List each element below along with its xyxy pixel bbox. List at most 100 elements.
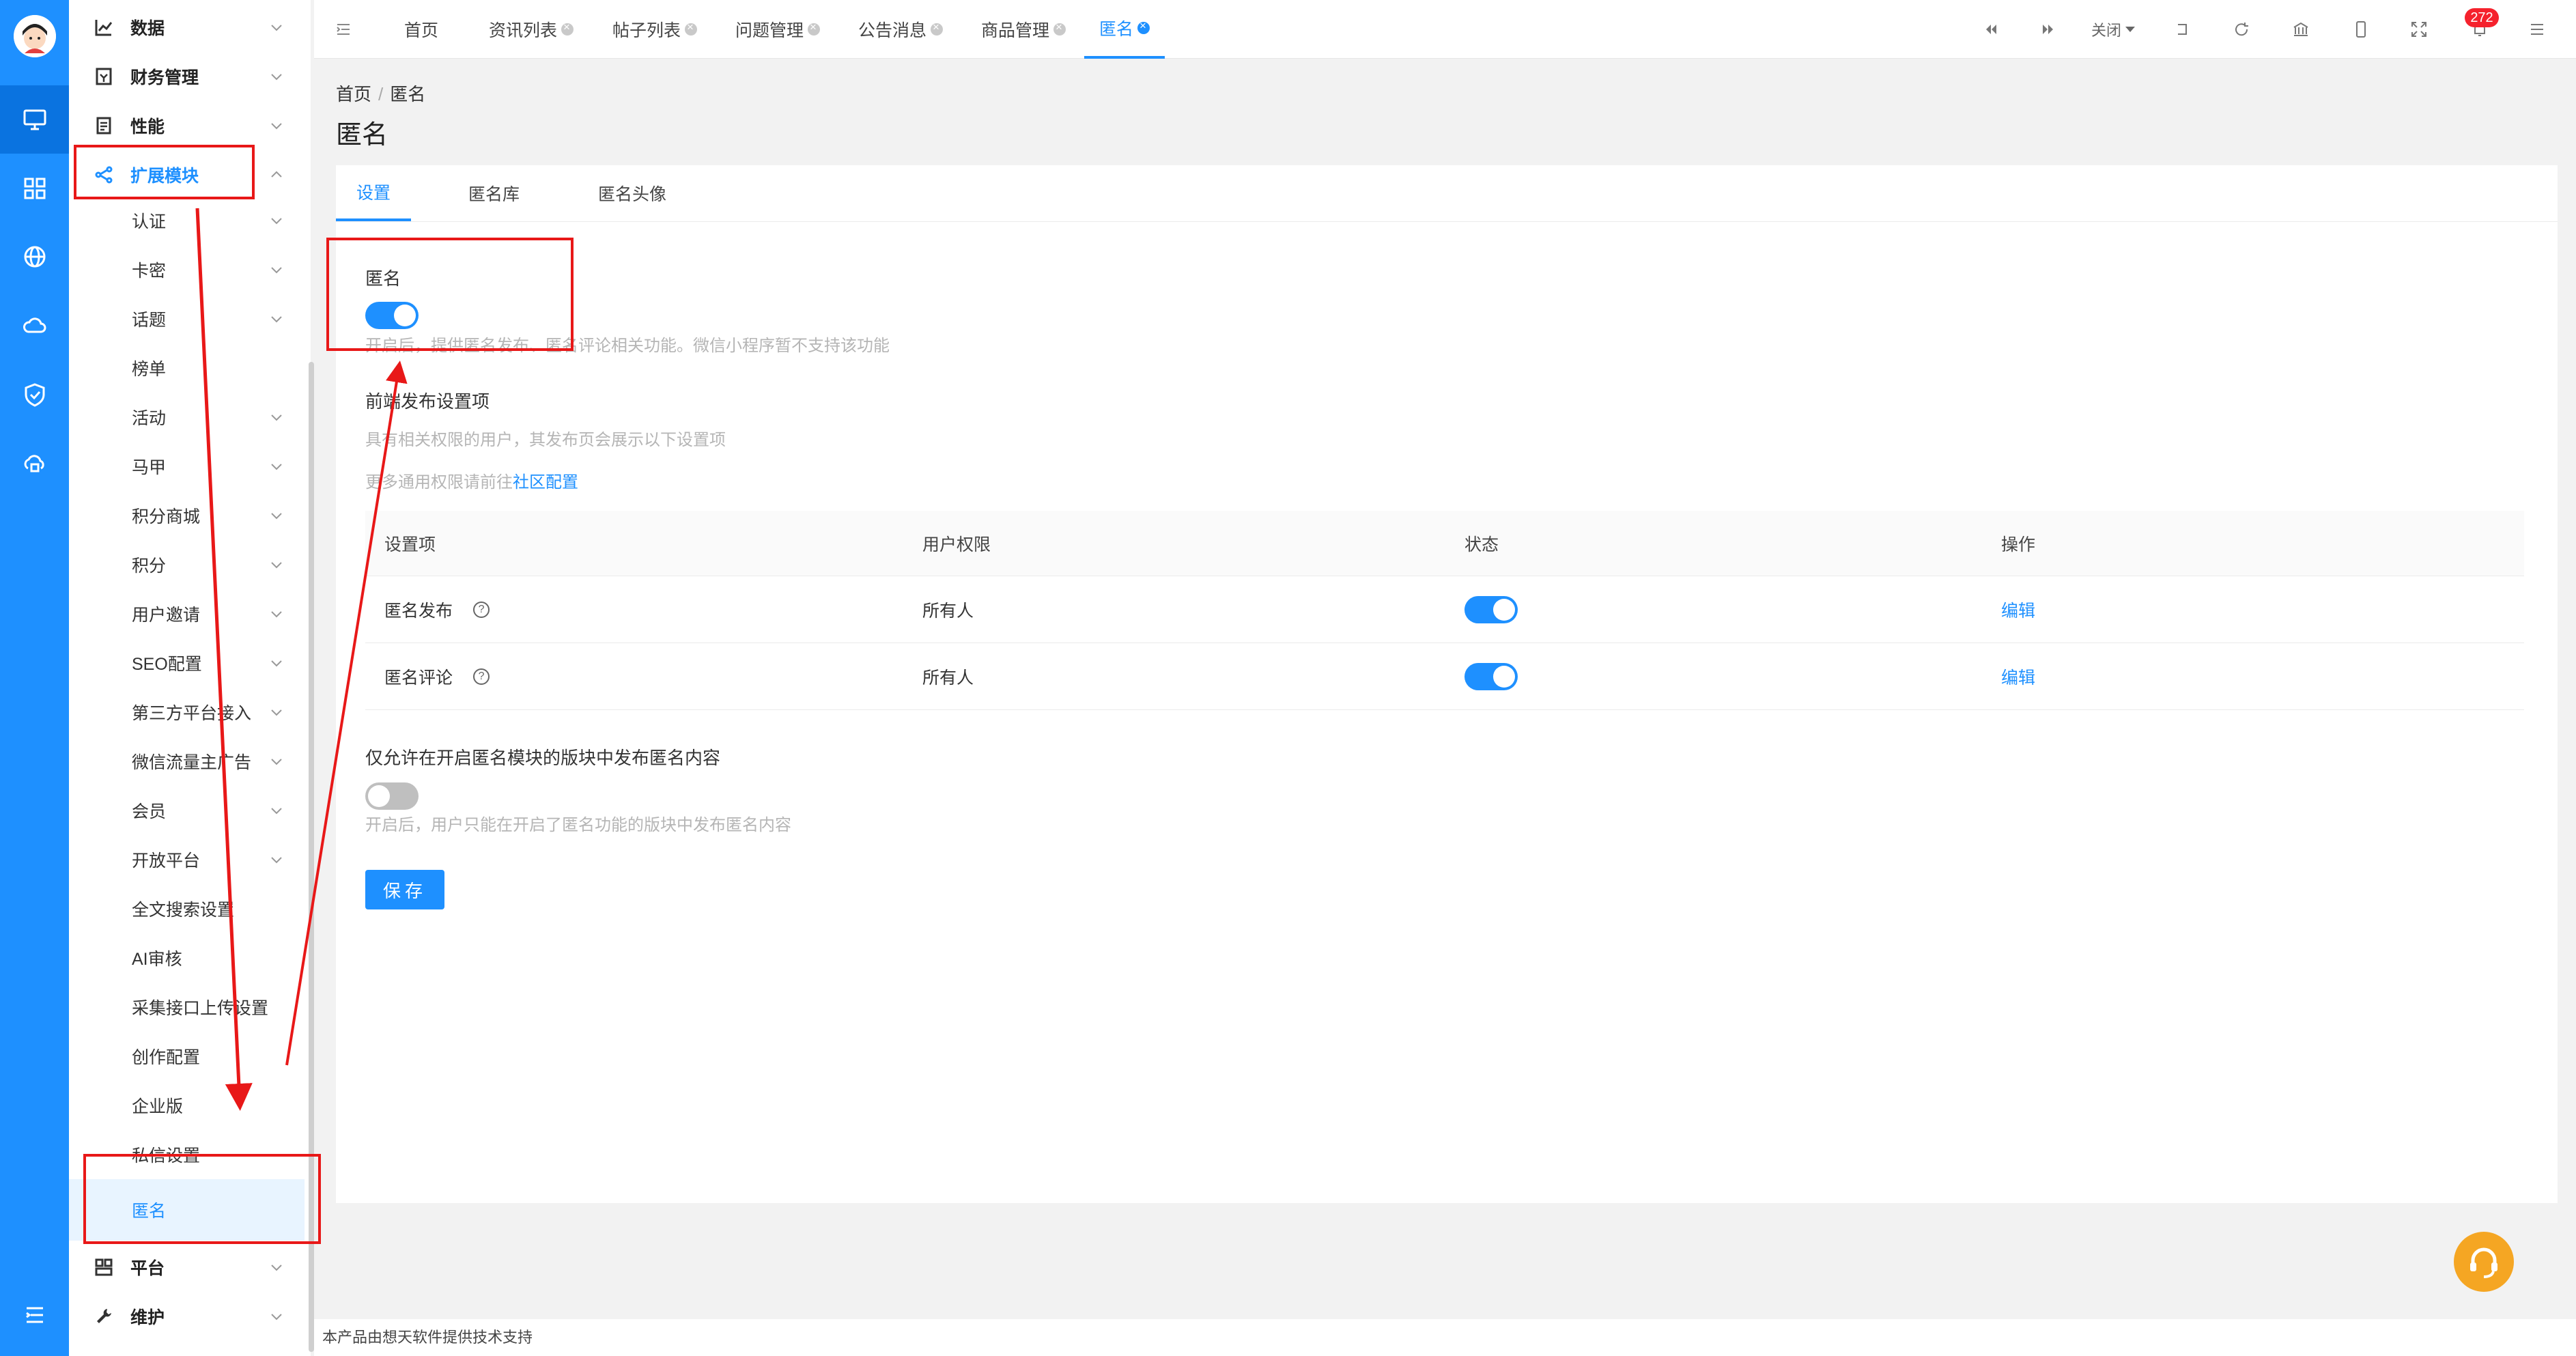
grid-icon[interactable] bbox=[0, 154, 69, 223]
globe-icon[interactable] bbox=[0, 223, 69, 291]
sidebar-item-creation-config[interactable]: 创作配置 bbox=[69, 1032, 305, 1081]
chevron-down-icon bbox=[271, 1314, 282, 1320]
tab-post-list[interactable]: 帖子列表 bbox=[612, 0, 698, 59]
sidebar-item-invites[interactable]: 用户邀请 bbox=[69, 589, 305, 638]
sidebar-item-wechat-ads[interactable]: 微信流量主广告 bbox=[69, 737, 305, 786]
sidebar-item-platform[interactable]: 平台 bbox=[69, 1243, 305, 1292]
edit-link[interactable]: 编辑 bbox=[2001, 664, 2035, 689]
menu-collapse-icon[interactable] bbox=[0, 1281, 69, 1349]
annotation-box-extensions bbox=[74, 145, 255, 199]
tab-question-manage[interactable]: 问题管理 bbox=[735, 0, 821, 59]
restrict-toggle[interactable] bbox=[365, 782, 419, 810]
close-icon[interactable] bbox=[1137, 19, 1150, 34]
avatar[interactable] bbox=[14, 15, 56, 57]
sidebar-item-points-mall[interactable]: 积分商城 bbox=[69, 491, 305, 540]
close-icon[interactable] bbox=[685, 20, 698, 36]
close-icon[interactable] bbox=[561, 20, 574, 36]
chevron-down-icon bbox=[271, 1265, 282, 1271]
tab-anonymous[interactable]: 匿名 bbox=[1084, 0, 1165, 59]
breadcrumb-home[interactable]: 首页 bbox=[336, 84, 371, 104]
sidebar-item-seo[interactable]: SEO配置 bbox=[69, 638, 305, 688]
chevron-down-icon bbox=[271, 218, 282, 225]
sidebar-item-label: 数据 bbox=[130, 19, 165, 38]
monitor-icon[interactable] bbox=[0, 85, 69, 154]
scroll-right-icon[interactable] bbox=[2035, 16, 2062, 43]
tab-label: 匿名库 bbox=[468, 185, 520, 204]
sidebar-item-crawl-upload[interactable]: 采集接口上传设置 bbox=[69, 983, 305, 1032]
sidebar-item-data[interactable]: 数据 bbox=[69, 3, 305, 52]
sidebar-item-fulltext-search[interactable]: 全文搜索设置 bbox=[69, 884, 305, 933]
bank-icon[interactable] bbox=[2287, 16, 2315, 43]
caret-down-icon bbox=[2125, 27, 2135, 32]
customer-service-button[interactable] bbox=[2454, 1232, 2514, 1292]
sidebar-item-topics[interactable]: 话题 bbox=[69, 294, 305, 343]
sidebar-item-enterprise[interactable]: 企业版 bbox=[69, 1081, 305, 1130]
tab-anonymous-library[interactable]: 匿名库 bbox=[468, 165, 520, 221]
anonymous-comment-toggle[interactable] bbox=[1464, 662, 1518, 690]
sidebar-item-card-key[interactable]: 卡密 bbox=[69, 245, 305, 294]
cloud-server-icon[interactable] bbox=[0, 429, 69, 497]
sidebar-item-label: 话题 bbox=[132, 311, 167, 330]
setting-name: 匿名评论? bbox=[384, 643, 490, 709]
chevron-down-icon bbox=[271, 74, 282, 81]
close-icon[interactable] bbox=[1053, 20, 1066, 36]
tab-anonymous-avatar[interactable]: 匿名头像 bbox=[598, 165, 666, 221]
setting-name-text: 匿名发布 bbox=[384, 601, 453, 621]
community-config-link[interactable]: 社区配置 bbox=[513, 473, 578, 492]
tab-product-manage[interactable]: 商品管理 bbox=[981, 0, 1066, 59]
mobile-icon[interactable] bbox=[2347, 16, 2375, 43]
sidebar-item-events[interactable]: 活动 bbox=[69, 393, 305, 442]
tab-home[interactable]: 首页 bbox=[404, 0, 438, 59]
sidebar-item-label: 采集接口上传设置 bbox=[132, 999, 269, 1018]
sidebar-item-vest[interactable]: 马甲 bbox=[69, 442, 305, 491]
help-icon[interactable]: ? bbox=[473, 601, 490, 618]
sidebar-item-label: 卡密 bbox=[132, 262, 167, 281]
tab-label: 问题管理 bbox=[735, 21, 804, 40]
chevron-up-icon bbox=[271, 171, 282, 178]
setting-name-text: 匿名评论 bbox=[384, 668, 453, 688]
fullscreen-icon[interactable] bbox=[2405, 16, 2433, 43]
sidebar-item-label: 企业版 bbox=[132, 1097, 184, 1116]
chevron-down-icon bbox=[271, 25, 282, 31]
sidebar-item-finance[interactable]: 财务管理 bbox=[69, 52, 305, 101]
tab-news-list[interactable]: 资讯列表 bbox=[489, 0, 574, 59]
exit-icon[interactable] bbox=[2168, 16, 2196, 43]
sidebar-item-open-platform[interactable]: 开放平台 bbox=[69, 835, 305, 884]
chevron-down-icon bbox=[271, 857, 282, 864]
sidebar-item-label: 积分商城 bbox=[132, 507, 201, 526]
header-setting: 设置项 bbox=[384, 535, 436, 554]
cloud-icon[interactable] bbox=[0, 291, 69, 359]
tab-announcement[interactable]: 公告消息 bbox=[858, 0, 944, 59]
anonymous-post-toggle[interactable] bbox=[1464, 595, 1518, 623]
sidebar-item-membership[interactable]: 会员 bbox=[69, 786, 305, 835]
chevron-down-icon bbox=[271, 464, 282, 470]
edit-link[interactable]: 编辑 bbox=[2001, 597, 2035, 622]
sidebar-item-label: 维护 bbox=[130, 1308, 165, 1327]
sidebar-item-third-party[interactable]: 第三方平台接入 bbox=[69, 688, 305, 737]
scroll-left-icon[interactable] bbox=[1977, 16, 2005, 43]
shield-check-icon[interactable] bbox=[0, 361, 69, 429]
tab-settings[interactable]: 设置 bbox=[336, 165, 412, 221]
close-tabs-dropdown[interactable]: 关闭 bbox=[2082, 16, 2144, 43]
save-button[interactable]: 保存 bbox=[365, 870, 444, 909]
close-icon[interactable] bbox=[808, 20, 821, 36]
status-cell bbox=[1464, 643, 1518, 709]
permission-cell: 所有人 bbox=[922, 601, 974, 621]
collapse-menu-icon[interactable] bbox=[329, 16, 356, 43]
help-icon[interactable]: ? bbox=[473, 668, 490, 685]
close-icon[interactable] bbox=[931, 20, 944, 36]
community-config-prefix: 更多通用权限请前往 bbox=[365, 473, 513, 492]
table-row: 匿名评论? 所有人 编辑 bbox=[365, 643, 2524, 710]
sidebar-item-points[interactable]: 积分 bbox=[69, 540, 305, 589]
performance-icon bbox=[96, 117, 111, 135]
sidebar-item-rankings[interactable]: 榜单 bbox=[69, 343, 305, 393]
sidebar-item-auth[interactable]: 认证 bbox=[69, 196, 305, 245]
sidebar-item-performance[interactable]: 性能 bbox=[69, 101, 305, 150]
chevron-down-icon bbox=[271, 513, 282, 520]
tab-label: 首页 bbox=[404, 21, 439, 40]
refresh-icon[interactable] bbox=[2228, 16, 2255, 43]
more-menu-icon[interactable] bbox=[2523, 16, 2551, 43]
sidebar-item-maintenance[interactable]: 维护 bbox=[69, 1292, 305, 1341]
sidebar-item-ai-review[interactable]: AI审核 bbox=[69, 933, 305, 983]
page-title: 匿名 bbox=[336, 121, 388, 150]
